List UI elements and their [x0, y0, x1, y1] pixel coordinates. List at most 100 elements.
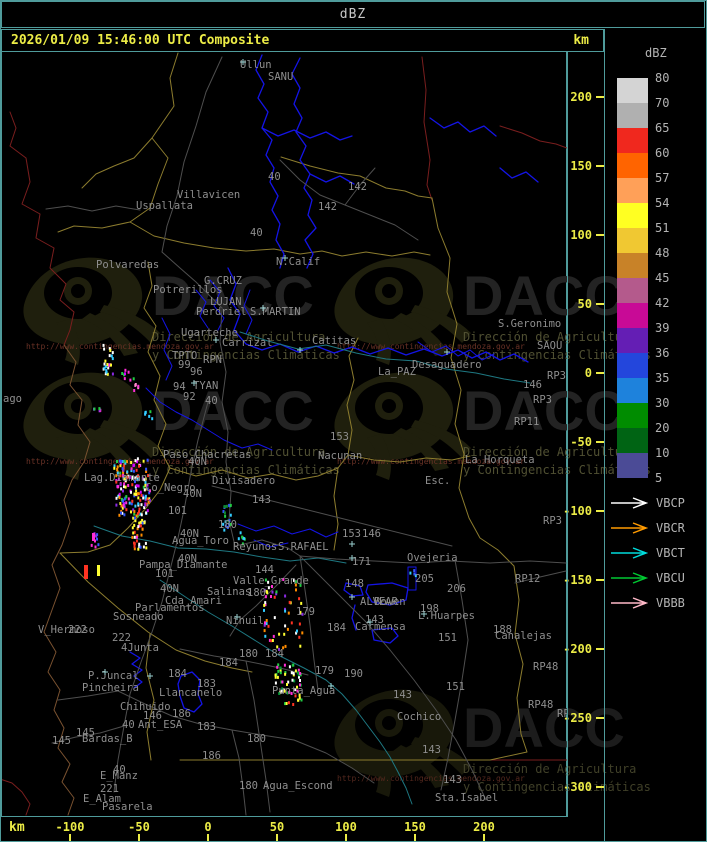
echo-pixel	[120, 511, 122, 515]
echo-pixel	[290, 621, 293, 625]
echo-pixel	[124, 372, 126, 376]
echo-pixel	[122, 499, 125, 503]
right-axis-label: -150	[563, 573, 592, 587]
echo-pixel	[229, 503, 232, 507]
right-axis-label: -100	[563, 504, 592, 518]
echo-pixel	[133, 463, 135, 467]
echo-pixel	[98, 407, 101, 411]
scale-swatch	[617, 253, 648, 278]
map-place-label: L.Huarpes	[418, 610, 475, 622]
echo-pixel	[225, 504, 228, 508]
vector-legend-row: VBCT	[609, 545, 685, 561]
echo-pixel	[281, 680, 284, 684]
echo-pixel	[279, 666, 282, 670]
vector-arrow-icon	[611, 547, 649, 559]
echo-pixel	[137, 496, 140, 500]
echo-pixel	[134, 504, 137, 508]
echo-pixel	[108, 354, 111, 358]
scale-tick-label: 39	[655, 321, 670, 335]
scale-swatch	[617, 103, 648, 128]
scale-tick-label: 20	[655, 421, 670, 435]
echo-pixel	[272, 634, 275, 638]
echo-pixel	[132, 377, 135, 381]
echo-pixel	[139, 490, 142, 494]
scale-tick-label: 48	[655, 246, 670, 260]
echo-pixel	[278, 632, 281, 636]
right-axis-label: -200	[563, 642, 592, 656]
echo-streak	[97, 565, 100, 576]
echo-pixel	[130, 490, 132, 494]
right-axis-label: 0	[584, 366, 592, 380]
echo-pixel	[151, 417, 154, 421]
echo-pixel	[273, 595, 276, 599]
echo-pixel	[284, 594, 287, 598]
map-place-label: 144	[255, 564, 274, 576]
map-place-label: Carmensa	[355, 621, 406, 633]
map-place-label: 40	[113, 764, 126, 776]
scale-swatch	[617, 203, 648, 228]
map-place-label: S.MARTIN	[250, 306, 301, 318]
echo-pixel	[294, 669, 297, 673]
map-place-label: 40N	[188, 456, 207, 468]
map-place-label: Agua_Escond	[263, 780, 333, 792]
echo-pixel	[144, 410, 147, 414]
bottom-axis-tick	[138, 834, 140, 841]
echo-pixel	[123, 513, 126, 517]
echo-pixel	[139, 520, 142, 524]
echo-pixel	[106, 363, 109, 366]
echo-pixel	[95, 534, 97, 538]
echo-pixel	[119, 502, 122, 505]
echo-pixel	[148, 414, 151, 418]
map-place-label: 40N	[183, 488, 202, 500]
echo-pixel	[149, 410, 152, 414]
echo-pixel	[263, 603, 266, 607]
map-place-label: Perdriel	[196, 306, 247, 318]
echo-pixel	[96, 537, 98, 541]
map-place-label: 180	[239, 780, 258, 792]
scale-tick-label: 30	[655, 396, 670, 410]
map-place-label: S.Geronimo	[498, 318, 561, 330]
echo-pixel	[144, 496, 147, 500]
map-place-label: S.RAFAEL	[278, 541, 329, 553]
map-place-label: 146	[523, 379, 542, 391]
echo-pixel	[103, 347, 106, 351]
vector-arrow-icon	[611, 572, 649, 584]
echo-streak	[92, 533, 95, 541]
echo-pixel	[137, 525, 140, 529]
map-place-label: 40	[268, 171, 281, 183]
bottom-axis-label: 50	[269, 820, 285, 834]
echo-pixel	[263, 608, 265, 612]
echo-pixel	[145, 467, 148, 471]
echo-pixel	[124, 368, 127, 372]
echo-pixel	[275, 590, 278, 594]
map-place-label: Esc.	[425, 475, 450, 487]
echo-pixel	[287, 701, 290, 705]
echo-pixel	[299, 679, 301, 682]
echo-pixel	[241, 535, 244, 539]
right-axis-tick	[596, 234, 604, 236]
scale-tick-label: 60	[655, 146, 670, 160]
echo-pixel	[128, 501, 131, 505]
echo-pixel	[299, 672, 302, 675]
echo-pixel	[223, 511, 226, 515]
echo-pixel	[131, 499, 134, 503]
echo-pixel	[409, 571, 412, 575]
echo-pixel	[133, 492, 136, 496]
echo-pixel	[264, 634, 267, 638]
echo-pixel	[138, 464, 140, 468]
vector-arrow-icon	[611, 522, 649, 534]
station-cross-icon	[349, 541, 355, 547]
echo-pixel	[288, 600, 291, 604]
window-title: dBZ	[339, 7, 367, 22]
map-top-border	[1, 51, 568, 52]
bottom-axis-label: -50	[128, 820, 150, 834]
vector-label: VBCR	[656, 521, 685, 535]
map-place-label: Divisadero	[212, 475, 275, 487]
km-unit-bottom: km	[9, 820, 25, 835]
map-place-label: Catitas	[312, 335, 356, 347]
echo-pixel	[140, 503, 143, 507]
echo-pixel	[111, 357, 114, 361]
echo-pixel	[413, 569, 416, 573]
right-axis-tick	[596, 786, 604, 788]
echo-pixel	[127, 370, 130, 374]
